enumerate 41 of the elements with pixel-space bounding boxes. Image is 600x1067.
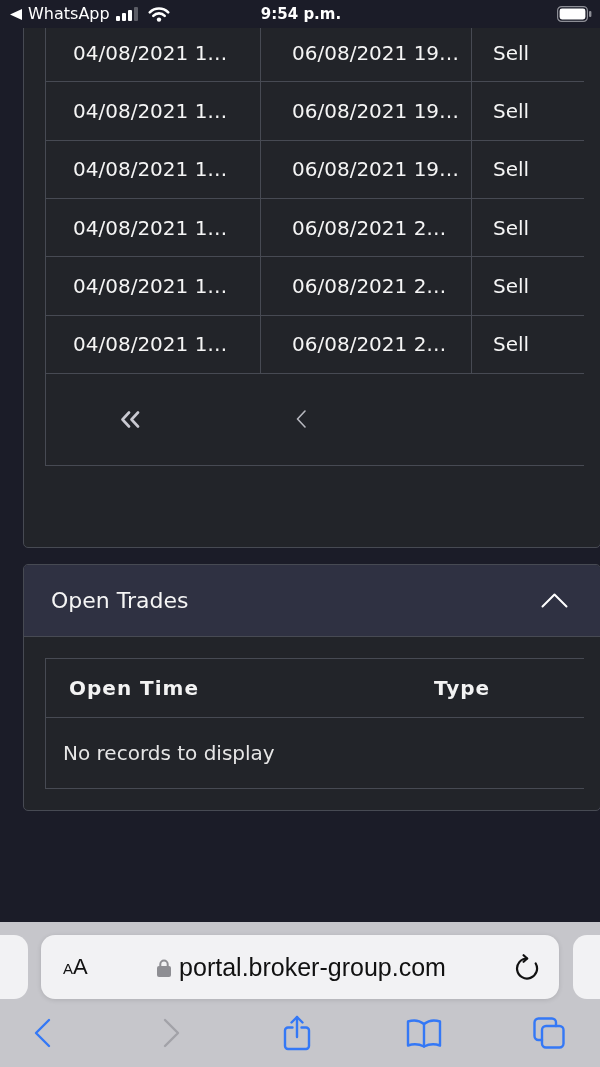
signal-icon: [115, 7, 139, 21]
table-cell: 04/08/2021 1…: [46, 82, 261, 140]
table-cell: 04/08/2021 1…: [46, 140, 261, 198]
table-cell: 06/08/2021 2…: [261, 199, 472, 257]
text-size-button[interactable]: AA: [63, 954, 88, 980]
address-bar[interactable]: AA portal.broker-group.com: [41, 935, 559, 999]
section-title: Open Trades: [51, 587, 189, 613]
battery-icon: [557, 6, 592, 22]
table-cell-text: Sell: [492, 272, 531, 300]
chevron-left-icon[interactable]: [296, 410, 306, 429]
squares-icon[interactable]: [533, 1017, 565, 1049]
wifi-icon: [147, 6, 170, 22]
lock-icon: [157, 957, 172, 977]
share-icon[interactable]: [283, 1015, 311, 1051]
url-text: portal.broker-group.com: [179, 952, 446, 982]
status-time: 9:54 p.m.: [260, 5, 342, 23]
table-cell-text: Sell: [492, 214, 531, 242]
chevron-up-icon[interactable]: [541, 592, 568, 608]
table-cell: 06/08/2021 2…: [261, 315, 472, 373]
table-cell-text: Sell: [492, 331, 531, 359]
table-cell: 06/08/2021 19…: [261, 28, 472, 82]
table-cell: 04/08/2021 1…: [46, 199, 261, 257]
table-cell: 06/08/2021 2…: [261, 257, 472, 315]
book-icon[interactable]: [406, 1018, 442, 1048]
table-cell-text: Sell: [492, 98, 531, 125]
back-to-app-link[interactable]: WhatsApp: [10, 4, 110, 24]
table-cell: 04/08/2021 1…: [46, 28, 261, 82]
table-cell-text: Sell: [492, 156, 531, 184]
empty-message: No records to display: [63, 740, 275, 765]
column-header: Type: [433, 675, 491, 700]
table-cell: 06/08/2021 19…: [261, 140, 472, 198]
column-header: Open Time: [68, 675, 199, 700]
table-cell-text: Sell: [492, 39, 531, 67]
tab-preview[interactable]: [573, 935, 600, 999]
reload-icon[interactable]: [514, 954, 540, 980]
table-cell: 06/08/2021 19…: [261, 82, 472, 140]
table-cell: 04/08/2021 1…: [46, 257, 261, 315]
double-chevron-left-icon[interactable]: [120, 410, 140, 428]
table-cell: 04/08/2021 1…: [46, 315, 261, 373]
back-icon: [10, 8, 22, 20]
tab-preview[interactable]: [0, 935, 28, 999]
